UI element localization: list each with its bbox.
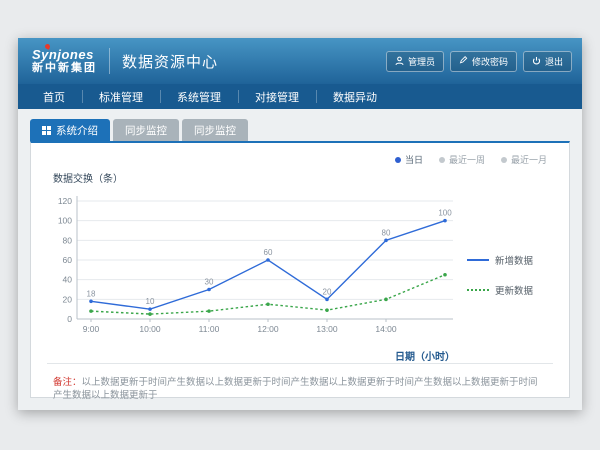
app-window: Synjones 新中新集团 数据资源中心 管理员 bbox=[18, 38, 582, 410]
svg-text:10: 10 bbox=[146, 297, 155, 306]
svg-text:20: 20 bbox=[63, 294, 73, 304]
svg-text:100: 100 bbox=[438, 209, 452, 218]
user-icon bbox=[395, 56, 404, 66]
svg-text:60: 60 bbox=[264, 248, 273, 257]
svg-text:80: 80 bbox=[63, 235, 73, 245]
nav-item-system-mgmt[interactable]: 系统管理 bbox=[160, 84, 238, 109]
nav-item-connection-mgmt[interactable]: 对接管理 bbox=[238, 84, 316, 109]
svg-text:100: 100 bbox=[58, 216, 72, 226]
admin-user-button[interactable]: 管理员 bbox=[386, 51, 444, 72]
change-password-button[interactable]: 修改密码 bbox=[450, 51, 517, 72]
page-title: 数据资源中心 bbox=[122, 51, 218, 72]
tab-system-intro[interactable]: 系统介绍 bbox=[30, 119, 110, 141]
legend-item-today[interactable]: 当日 bbox=[395, 153, 423, 166]
footnote-label: 备注： bbox=[53, 377, 82, 388]
legend-item-updated-data[interactable]: 更新数据 bbox=[467, 283, 553, 297]
nav-item-data-changes[interactable]: 数据异动 bbox=[316, 84, 394, 109]
legend-item-new-data[interactable]: 新增数据 bbox=[467, 253, 553, 267]
svg-text:12:00: 12:00 bbox=[257, 324, 279, 334]
svg-text:20: 20 bbox=[323, 287, 332, 296]
svg-text:30: 30 bbox=[205, 278, 214, 287]
tab-sync-monitor-1[interactable]: 同步监控 bbox=[113, 119, 179, 141]
footnote-text: 以上数据更新于时间产生数据以上数据更新于时间产生数据以上数据更新于时间产生数据以… bbox=[53, 377, 538, 401]
svg-text:40: 40 bbox=[63, 275, 73, 285]
legend-dot-icon bbox=[439, 157, 445, 163]
y-axis-title: 数据交换（条） bbox=[53, 170, 553, 185]
svg-text:10:00: 10:00 bbox=[139, 324, 161, 334]
line-chart: 0 20 40 60 80 100 120 9:00 10:00 11:00 12:00 13:00 1… bbox=[47, 187, 461, 345]
legend-dot-icon bbox=[501, 157, 507, 163]
logout-button[interactable]: 退出 bbox=[523, 51, 572, 72]
time-range-legend: 当日 最近一周 最近一月 bbox=[47, 151, 553, 170]
svg-text:14:00: 14:00 bbox=[375, 324, 397, 334]
chart-panel: 当日 最近一周 最近一月 数据交换（条） 0 20 40 60 80 100 120 9:00… bbox=[30, 141, 570, 398]
logo-text-cn: 新中新集团 bbox=[32, 62, 97, 74]
svg-text:120: 120 bbox=[58, 196, 72, 206]
logo: Synjones 新中新集团 bbox=[28, 48, 97, 74]
svg-text:60: 60 bbox=[63, 255, 73, 265]
svg-text:80: 80 bbox=[382, 228, 391, 237]
grid-icon bbox=[42, 126, 51, 135]
series-legend: 新增数据 更新数据 bbox=[463, 253, 553, 297]
legend-item-last-week[interactable]: 最近一周 bbox=[439, 153, 485, 166]
legend-item-last-month[interactable]: 最近一月 bbox=[501, 153, 547, 166]
chart-container: 0 20 40 60 80 100 120 9:00 10:00 11:00 12:00 13:00 1… bbox=[47, 187, 463, 363]
header-divider bbox=[109, 48, 110, 74]
tab-sync-monitor-2[interactable]: 同步监控 bbox=[182, 119, 248, 141]
footnote: 备注：以上数据更新于时间产生数据以上数据更新于时间产生数据以上数据更新于时间产生… bbox=[47, 363, 553, 417]
main-nav: 首页 标准管理 系统管理 对接管理 数据异动 bbox=[18, 84, 582, 109]
svg-text:11:00: 11:00 bbox=[199, 324, 220, 334]
edit-icon bbox=[459, 56, 468, 66]
app-header: Synjones 新中新集团 数据资源中心 管理员 bbox=[18, 38, 582, 84]
svg-text:0: 0 bbox=[67, 314, 72, 324]
power-icon bbox=[532, 56, 541, 66]
tab-bar: 系统介绍 同步监控 同步监控 bbox=[30, 119, 570, 141]
dotted-line-icon bbox=[467, 289, 489, 291]
nav-item-standard-mgmt[interactable]: 标准管理 bbox=[82, 84, 160, 109]
svg-text:18: 18 bbox=[87, 289, 96, 298]
nav-item-home[interactable]: 首页 bbox=[26, 84, 82, 109]
logo-text-en: Synjones bbox=[32, 48, 97, 62]
x-axis-title: 日期（小时） bbox=[47, 348, 463, 363]
svg-text:13:00: 13:00 bbox=[316, 324, 338, 334]
solid-line-icon bbox=[467, 259, 489, 261]
chart-row: 0 20 40 60 80 100 120 9:00 10:00 11:00 12:00 13:00 1… bbox=[47, 187, 553, 363]
header-actions: 管理员 修改密码 退出 bbox=[386, 51, 572, 72]
content-area: 系统介绍 同步监控 同步监控 当日 最近一周 bbox=[18, 109, 582, 410]
legend-dot-icon bbox=[395, 157, 401, 163]
svg-text:9:00: 9:00 bbox=[83, 324, 100, 334]
